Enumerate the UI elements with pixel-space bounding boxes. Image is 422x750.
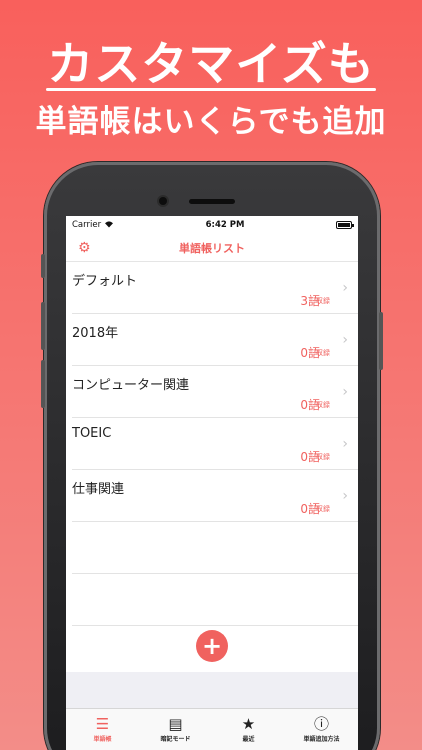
page-title: 単語帳リスト xyxy=(179,241,245,255)
list-item-unit: 収録 xyxy=(316,401,330,409)
headline-underline xyxy=(46,88,376,91)
chevron-right-icon: › xyxy=(342,280,348,296)
list-item[interactable]: TOEIC 0語 収録 › xyxy=(72,418,358,470)
tab-label: 最近 xyxy=(242,736,255,743)
chevron-right-icon: › xyxy=(342,488,348,504)
tab-label: 単語追加方法 xyxy=(303,736,340,743)
tab-label: 単語帳 xyxy=(93,736,112,743)
tab-label: 暗記モード xyxy=(160,736,191,743)
carrier-label: Carrier xyxy=(72,220,102,230)
list-item-unit: 収録 xyxy=(316,349,330,357)
power-button xyxy=(379,312,383,370)
mute-switch xyxy=(41,254,45,278)
list-item[interactable]: コンピューター関連 0語 収録 › xyxy=(72,366,358,418)
info-icon: ⓘ xyxy=(313,715,329,733)
add-list-button[interactable]: + xyxy=(196,630,228,662)
empty-row xyxy=(72,574,358,626)
empty-row xyxy=(72,522,358,574)
earpiece-speaker xyxy=(189,199,235,204)
word-list: デフォルト 3語 収録 › 2018年 0語 収録 › コンピューター関連 0語… xyxy=(66,262,358,626)
volume-up-button xyxy=(41,302,45,350)
add-area: + xyxy=(66,626,358,666)
status-bar: Carrier 6:42 PM xyxy=(66,216,358,234)
gear-icon[interactable]: ⚙ xyxy=(78,240,91,256)
list-item-unit: 収録 xyxy=(316,453,330,461)
volume-down-button xyxy=(41,360,45,408)
chevron-right-icon: › xyxy=(342,436,348,452)
document-icon: ▤ xyxy=(168,715,183,733)
list-item-unit: 収録 xyxy=(316,297,330,305)
tab-memorize-mode[interactable]: ▤ 暗記モード xyxy=(139,709,212,750)
battery-icon xyxy=(336,221,354,229)
list-item[interactable]: デフォルト 3語 収録 › xyxy=(72,262,358,314)
front-camera xyxy=(159,197,167,205)
headline-line2: 単語帳はいくらでも追加 xyxy=(35,104,387,140)
tab-recent[interactable]: ★ 最近 xyxy=(212,709,285,750)
wifi-icon xyxy=(104,220,114,231)
chevron-right-icon: › xyxy=(342,332,348,348)
list-icon: ☰ xyxy=(95,715,110,733)
nav-bar: ⚙ 単語帳リスト xyxy=(66,234,358,262)
star-icon: ★ xyxy=(241,715,256,733)
list-item-name: 仕事関連 xyxy=(72,482,125,497)
tab-bar: ☰ 単語帳 ▤ 暗記モード ★ 最近 ⓘ 単語追加方法 xyxy=(66,708,358,750)
chevron-right-icon: › xyxy=(342,384,348,400)
status-time: 6:42 PM xyxy=(205,220,245,230)
list-item-name: TOEIC xyxy=(72,426,112,441)
tab-how-to-add[interactable]: ⓘ 単語追加方法 xyxy=(285,709,358,750)
list-item-name: コンピューター関連 xyxy=(72,378,190,393)
list-item-name: デフォルト xyxy=(72,274,138,289)
app-screen: Carrier 6:42 PM ⚙ 単語帳リスト デフォルト 3語 収録 › 2… xyxy=(66,216,358,750)
headline-line1: カスタマイズも xyxy=(47,37,375,91)
list-item[interactable]: 仕事関連 0語 収録 › xyxy=(72,470,358,522)
list-item-name: 2018年 xyxy=(72,326,119,341)
footer-spacer xyxy=(66,672,358,708)
list-item-unit: 収録 xyxy=(316,505,330,513)
list-item[interactable]: 2018年 0語 収録 › xyxy=(72,314,358,366)
tab-word-lists[interactable]: ☰ 単語帳 xyxy=(66,709,139,750)
